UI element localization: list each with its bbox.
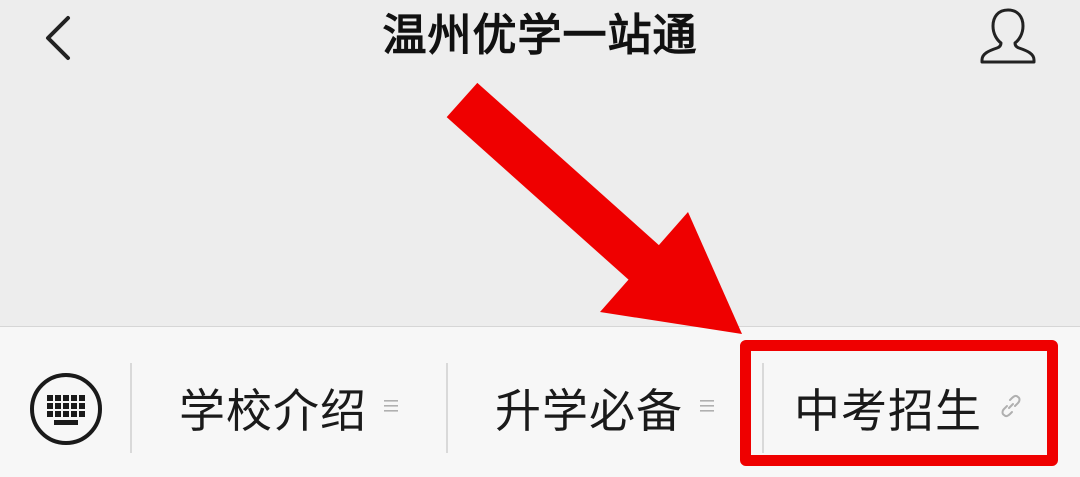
menu-item-label: 升学必备 xyxy=(495,384,683,438)
menu-item-admission-essentials[interactable]: 升学必备 xyxy=(448,363,762,453)
menu-lines-icon xyxy=(383,397,399,419)
menu-item-school-intro[interactable]: 学校介绍 xyxy=(132,363,446,453)
user-icon xyxy=(980,8,1036,64)
page-title: 温州优学一站通 xyxy=(382,10,698,61)
menu-lines-icon xyxy=(699,397,715,419)
link-icon xyxy=(998,393,1024,423)
menu-item-label: 学校介绍 xyxy=(179,384,367,438)
keyboard-toggle-button[interactable] xyxy=(28,371,104,447)
keyboard-icon xyxy=(30,373,102,445)
profile-button[interactable] xyxy=(976,4,1040,68)
top-bar: 温州优学一站通 xyxy=(0,0,1080,80)
chat-content-area xyxy=(0,80,1080,325)
bottom-menu-bar: 学校介绍 升学必备 中考招生 xyxy=(0,326,1080,477)
menu-item-high-school-admission[interactable]: 中考招生 xyxy=(764,363,1054,453)
menu-item-label: 中考招生 xyxy=(794,384,982,438)
